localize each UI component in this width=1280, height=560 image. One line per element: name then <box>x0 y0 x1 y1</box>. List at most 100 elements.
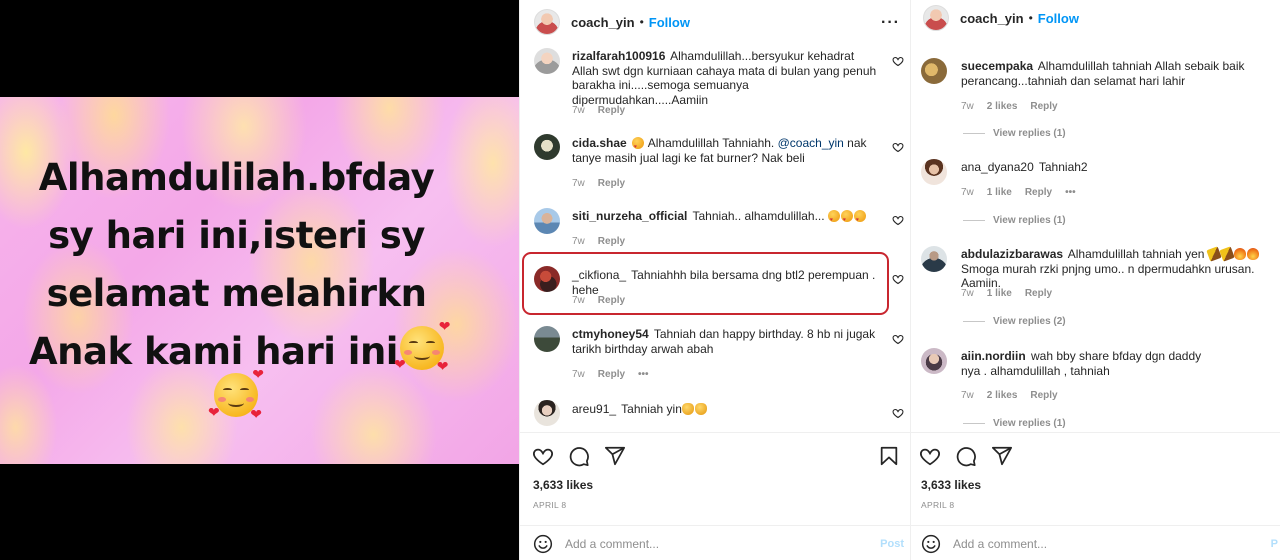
reply-button[interactable]: Reply <box>598 105 625 116</box>
comment-more-options-icon[interactable]: ••• <box>638 369 649 380</box>
follow-button[interactable]: Follow <box>649 15 690 30</box>
like-comment-heart-icon[interactable] <box>892 141 904 153</box>
comment-time[interactable]: 7w <box>572 295 585 306</box>
star-struck-emoji-icon <box>853 210 866 228</box>
caption-line-1: Alhamdulilah.bfday <box>38 156 435 199</box>
reply-button[interactable]: Reply <box>1025 288 1052 299</box>
comment-more-options-icon[interactable]: ••• <box>1065 187 1076 198</box>
owner-avatar[interactable] <box>923 5 949 31</box>
commenter-avatar[interactable] <box>534 208 560 234</box>
commenter-avatar[interactable] <box>534 400 560 426</box>
post-header: coach_yin • Follow ··· <box>520 0 910 44</box>
view-replies-button[interactable]: View replies (1) <box>963 418 1066 429</box>
reply-button[interactable]: Reply <box>598 369 625 380</box>
like-heart-icon[interactable] <box>919 445 941 467</box>
post-comment-button[interactable]: Post <box>880 538 904 550</box>
view-replies-button[interactable]: View replies (1) <box>963 215 1066 226</box>
comment-username[interactable]: abdulazizbarawas <box>961 247 1063 261</box>
star-struck-emoji-icon <box>840 210 853 228</box>
likes-count[interactable]: 3,633 likes <box>533 478 593 492</box>
comment-item: siti_nurzeha_official Tahniah.. alhamdul… <box>520 206 910 254</box>
comment-time[interactable]: 7w <box>961 187 974 198</box>
reply-button[interactable]: Reply <box>1030 101 1057 112</box>
commenter-avatar[interactable] <box>921 159 947 185</box>
comment-item: _cikfiona_ Tahniahhh bila bersama dng bt… <box>520 264 910 312</box>
owner-username[interactable]: coach_yin <box>960 11 1024 26</box>
add-comment-bar: Post <box>520 525 910 560</box>
commenter-avatar[interactable] <box>534 266 560 292</box>
comment-time[interactable]: 7w <box>572 105 585 116</box>
comment-username[interactable]: aiin.nordiin <box>961 349 1026 363</box>
commenter-avatar[interactable] <box>921 348 947 374</box>
comment-item: cida.shae Alhamdulillah Tahniahh. @coach… <box>520 132 910 192</box>
post-date[interactable]: APRIL 8 <box>921 500 954 510</box>
comment-username[interactable]: suecempaka <box>961 59 1033 73</box>
reply-button[interactable]: Reply <box>1030 390 1057 401</box>
caption-line-2: sy hari ini,isteri sy <box>48 214 425 257</box>
post-detail-panel: coach_yin • Follow ··· rizalfarah100916 … <box>519 0 910 560</box>
like-heart-icon[interactable] <box>532 445 554 467</box>
reply-button[interactable]: Reply <box>598 178 625 189</box>
view-replies-button[interactable]: View replies (2) <box>963 316 1066 327</box>
comment-time[interactable]: 7w <box>572 178 585 189</box>
comment-likes-count[interactable]: 2 likes <box>987 101 1018 112</box>
comment-time[interactable]: 7w <box>961 101 974 112</box>
commenter-avatar[interactable] <box>921 58 947 84</box>
add-comment-input[interactable] <box>953 536 1233 551</box>
party-popper-emoji-icon <box>1206 246 1222 262</box>
comment-time[interactable]: 7w <box>572 369 585 380</box>
comment-item: suecempaka Alhamdulillah tahniah Allah s… <box>911 56 1280 139</box>
comment-username[interactable]: _cikfiona_ <box>572 268 626 282</box>
mention-link[interactable]: @coach_yin <box>778 136 844 150</box>
likes-count[interactable]: 3,633 likes <box>921 478 981 492</box>
post-date[interactable]: APRIL 8 <box>533 500 566 510</box>
comment-item: aiin.nordiin wah bby share bfday dgn dad… <box>911 346 1280 430</box>
emoji-picker-icon[interactable] <box>533 534 553 554</box>
share-send-icon[interactable] <box>604 445 626 467</box>
comment-username[interactable]: rizalfarah100916 <box>572 49 665 63</box>
comment-time[interactable]: 7w <box>961 390 974 401</box>
commenter-avatar[interactable] <box>921 246 947 272</box>
reply-button[interactable]: Reply <box>598 295 625 306</box>
owner-avatar[interactable] <box>534 9 560 35</box>
comment-time[interactable]: 7w <box>572 236 585 247</box>
post-media-panel: Alhamdulilah.bfday sy hari ini,isteri sy… <box>0 0 519 560</box>
save-bookmark-icon[interactable] <box>878 445 900 467</box>
comment-username[interactable]: cida.shae <box>572 136 627 150</box>
post-comment-button[interactable]: P <box>1271 538 1278 550</box>
comment-username[interactable]: siti_nurzeha_official <box>572 209 687 223</box>
more-options-icon[interactable]: ··· <box>881 14 900 32</box>
comment-time[interactable]: 7w <box>961 288 974 299</box>
comment-likes-count[interactable]: 1 like <box>987 187 1012 198</box>
comment-bubble-icon[interactable] <box>568 445 590 467</box>
reply-button[interactable]: Reply <box>598 236 625 247</box>
like-comment-heart-icon[interactable] <box>892 55 904 67</box>
comment-username[interactable]: ana_dyana20 <box>961 160 1034 174</box>
comments-list[interactable]: suecempaka Alhamdulillah tahniah Allah s… <box>911 44 1280 432</box>
commenter-avatar[interactable] <box>534 326 560 352</box>
reply-button[interactable]: Reply <box>1025 187 1052 198</box>
comment-username[interactable]: ctmyhoney54 <box>572 327 649 341</box>
add-comment-bar: P <box>911 525 1280 560</box>
add-comment-input[interactable] <box>565 536 855 551</box>
like-comment-heart-icon[interactable] <box>892 333 904 345</box>
comment-likes-count[interactable]: 1 like <box>987 288 1012 299</box>
comment-username[interactable]: areu91_ <box>572 402 616 416</box>
smiling-face-with-hearts-icon: ❤ ❤ ❤ <box>393 319 451 375</box>
owner-username[interactable]: coach_yin <box>571 15 635 30</box>
commenter-avatar[interactable] <box>534 134 560 160</box>
commenter-avatar[interactable] <box>534 48 560 74</box>
view-replies-button[interactable]: View replies (1) <box>963 128 1066 139</box>
like-comment-heart-icon[interactable] <box>892 407 904 419</box>
like-comment-heart-icon[interactable] <box>892 214 904 226</box>
comments-list[interactable]: rizalfarah100916 Alhamdulillah...bersyuk… <box>520 44 910 432</box>
comment-likes-count[interactable]: 2 likes <box>987 390 1018 401</box>
post-image[interactable]: Alhamdulilah.bfday sy hari ini,isteri sy… <box>0 97 519 464</box>
emoji-picker-icon[interactable] <box>921 534 941 554</box>
comment-bubble-icon[interactable] <box>955 445 977 467</box>
like-comment-heart-icon[interactable] <box>892 273 904 285</box>
follow-button[interactable]: Follow <box>1038 11 1079 26</box>
clapping-hands-emoji-icon <box>681 403 694 415</box>
smiling-face-with-hearts-icon: ❤ ❤ ❤ <box>208 366 264 422</box>
share-send-icon[interactable] <box>991 445 1013 467</box>
